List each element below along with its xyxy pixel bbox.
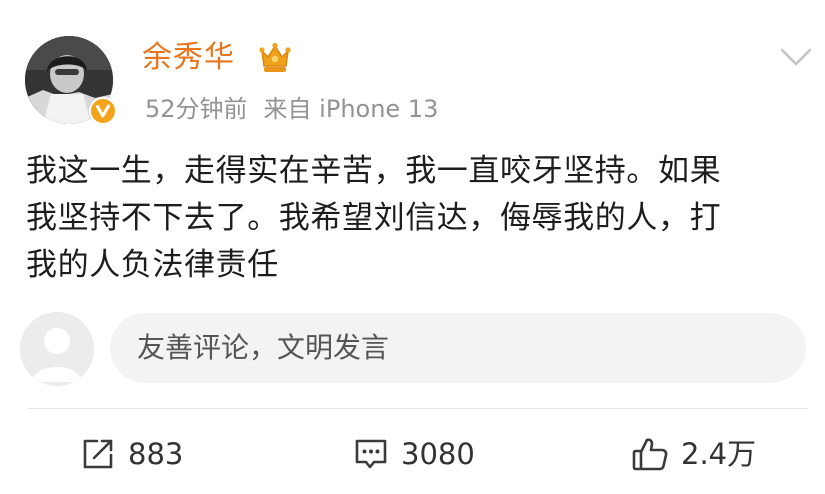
- like-count: 2.4万: [681, 437, 757, 471]
- like-button[interactable]: 2.4万: [631, 432, 756, 476]
- vip-crown-icon: [259, 42, 291, 72]
- divider: [28, 408, 808, 409]
- default-user-avatar: [20, 312, 94, 386]
- comment-count: 3080: [401, 437, 475, 471]
- comment-button[interactable]: 3080: [353, 432, 475, 476]
- post-time: 52分钟前: [145, 95, 248, 123]
- comment-input[interactable]: 友善评论，文明发言: [110, 313, 806, 383]
- post-text-line: 我坚持不下去了。我希望刘信达，侮辱我的人，打: [26, 200, 722, 236]
- repost-count: 883: [128, 437, 184, 471]
- repost-button[interactable]: 883: [80, 432, 183, 476]
- verified-v-icon: [89, 97, 117, 125]
- post-header: 余秀华 52分钟前 来自 iPhone 13: [0, 0, 825, 140]
- post-text-line: 我的人负法律责任: [26, 247, 279, 283]
- thumbs-up-icon: [632, 438, 668, 471]
- post-content: 我这一生，走得实在辛苦，我一直咬牙坚持。如果 我坚持不下去了。我希望刘信达，侮辱…: [26, 148, 816, 289]
- comment-input-placeholder: 友善评论，文明发言: [137, 331, 390, 364]
- comment-icon: [355, 439, 387, 469]
- post-text-line: 我这一生，走得实在辛苦，我一直咬牙坚持。如果: [26, 153, 722, 189]
- share-icon: [83, 439, 113, 469]
- post-source[interactable]: 来自 iPhone 13: [264, 95, 439, 123]
- author-name[interactable]: 余秀华: [142, 38, 235, 78]
- post-meta: 52分钟前 来自 iPhone 13: [145, 92, 438, 126]
- chevron-down-icon[interactable]: [778, 42, 814, 72]
